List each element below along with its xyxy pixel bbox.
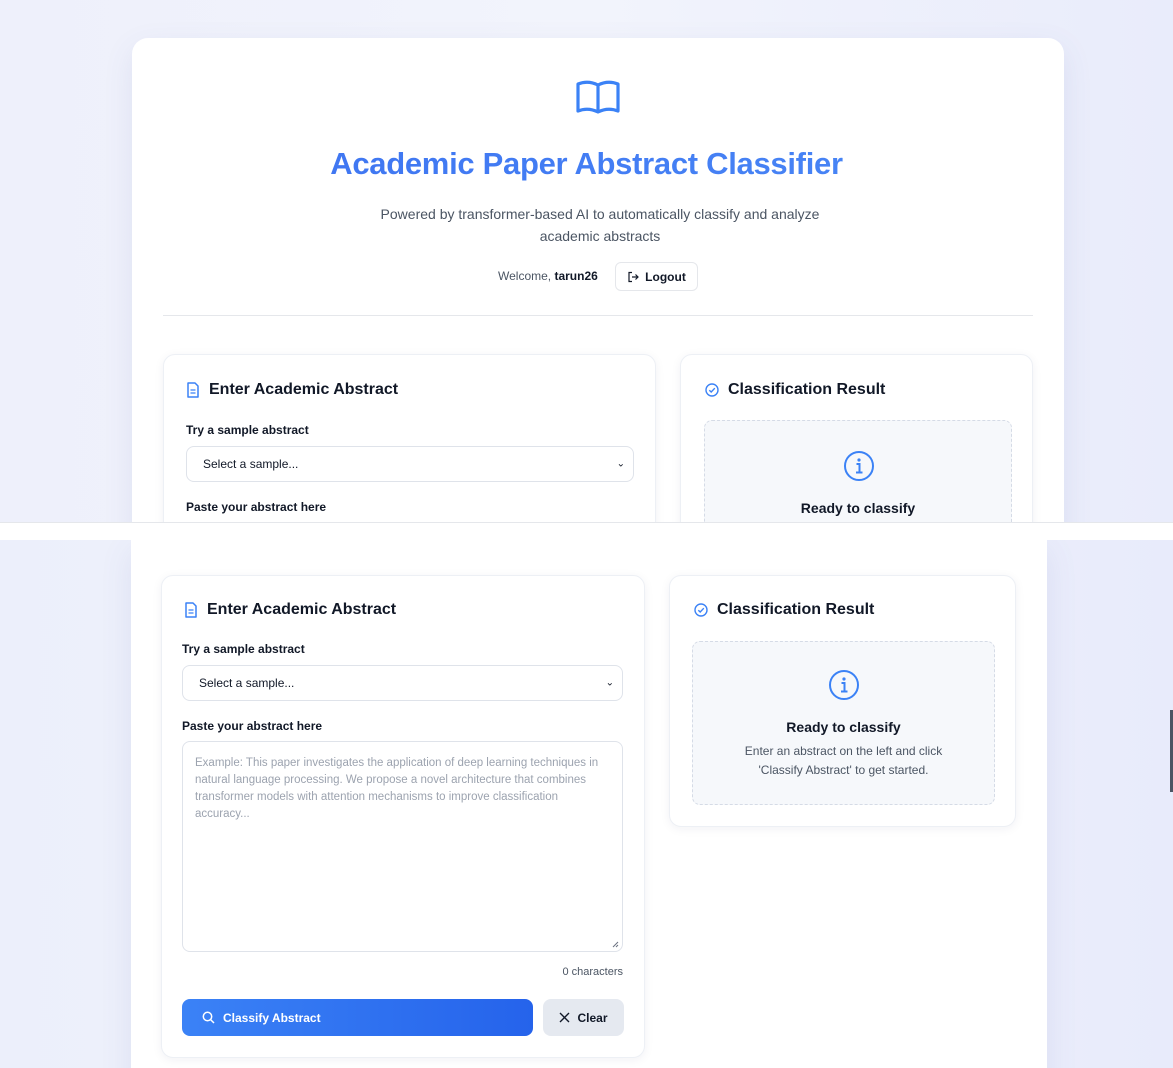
input-card: Enter Academic Abstract Try a sample abs… (161, 575, 645, 1058)
classify-button[interactable]: Classify Abstract (182, 999, 533, 1036)
sample-label: Try a sample abstract (186, 423, 309, 437)
abstract-label: Paste your abstract here (186, 500, 327, 514)
close-icon (559, 1012, 570, 1023)
sample-select-value: Select a sample... (199, 676, 295, 690)
abstract-placeholder: Example: This paper investigates the app… (195, 757, 599, 820)
screenshot-separator (0, 522, 1173, 540)
character-count: 0 characters (562, 966, 623, 978)
check-circle-icon (694, 603, 708, 617)
document-icon (187, 382, 199, 398)
classify-label: Classify Abstract (223, 1010, 321, 1025)
result-placeholder-box: Ready to classify Enter an abstract on t… (692, 641, 995, 805)
sample-select-value: Select a sample... (203, 457, 299, 471)
check-circle-icon (705, 383, 719, 397)
page-title: Academic Paper Abstract Classifier (0, 146, 1173, 182)
input-card-title: Enter Academic Abstract (186, 381, 398, 399)
result-card-title-text: Classification Result (717, 601, 875, 618)
username: tarun26 (554, 269, 598, 283)
screenshot-bottom: Enter Academic Abstract Try a sample abs… (0, 540, 1173, 1068)
result-card: Classification Result Ready to classify … (669, 575, 1016, 827)
welcome-text: Welcome, tarun26 (498, 269, 598, 283)
abstract-textarea[interactable]: Example: This paper investigates the app… (182, 741, 623, 952)
info-icon (829, 670, 859, 700)
screenshot-top: Academic Paper Abstract Classifier Power… (0, 0, 1173, 522)
chevron-down-icon: ⌄ (616, 458, 625, 470)
abstract-label: Paste your abstract here (182, 719, 323, 733)
info-icon (844, 451, 874, 481)
logout-icon (628, 271, 640, 282)
welcome-prefix: Welcome, (498, 269, 555, 283)
clear-button[interactable]: Clear (543, 999, 624, 1036)
ready-title: Ready to classify (786, 719, 901, 735)
sample-select[interactable]: Select a sample... ⌄ (186, 446, 634, 482)
document-icon (185, 602, 197, 618)
result-card-title: Classification Result (694, 601, 874, 619)
result-card-title-text: Classification Result (728, 381, 886, 398)
sample-label: Try a sample abstract (182, 642, 305, 656)
result-placeholder-box: Ready to classify (704, 420, 1012, 522)
logout-button[interactable]: Logout (615, 262, 698, 291)
input-card-title-text: Enter Academic Abstract (207, 601, 397, 618)
book-open-icon (576, 80, 620, 114)
page-subtitle: Powered by transformer-based AI to autom… (380, 206, 820, 244)
resize-handle-icon[interactable] (611, 940, 619, 948)
input-card-title: Enter Academic Abstract (184, 601, 396, 619)
header-divider (163, 315, 1033, 316)
sample-select[interactable]: Select a sample... ⌄ (182, 665, 623, 701)
ready-title: Ready to classify (800, 500, 916, 516)
result-card: Classification Result Ready to classify (680, 354, 1033, 522)
chevron-down-icon: ⌄ (605, 677, 614, 689)
logout-label: Logout (645, 269, 686, 284)
ready-text: Enter an abstract on the left and click … (744, 744, 943, 777)
clear-label: Clear (577, 1010, 608, 1025)
result-card-title: Classification Result (705, 381, 885, 399)
input-card-title-text: Enter Academic Abstract (209, 381, 399, 398)
input-card: Enter Academic Abstract Try a sample abs… (163, 354, 656, 522)
search-icon (202, 1011, 215, 1024)
